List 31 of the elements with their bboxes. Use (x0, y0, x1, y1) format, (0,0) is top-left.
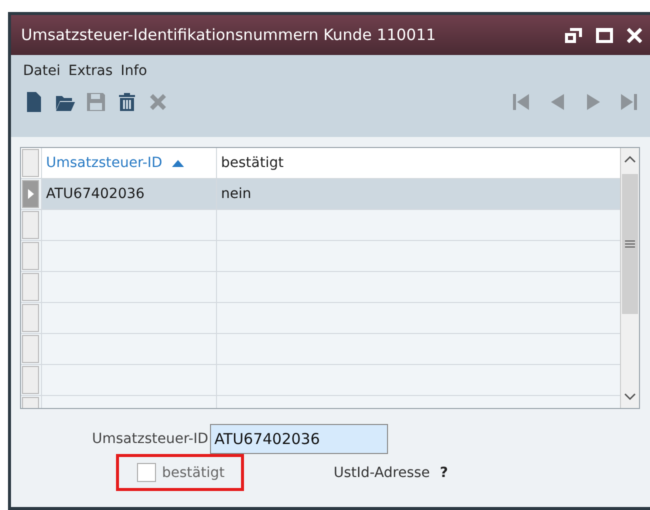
delete-button[interactable] (116, 91, 138, 113)
help-link[interactable]: ? (440, 464, 448, 480)
close-icon[interactable] (627, 28, 642, 42)
row-header[interactable] (22, 366, 39, 394)
maximize-icon[interactable] (596, 28, 613, 42)
first-record-icon (510, 91, 532, 113)
checkbox-label: bestätigt (162, 464, 225, 480)
restore-icon[interactable] (565, 28, 582, 42)
menu-item[interactable]: Info (120, 63, 148, 79)
field-label: Umsatzsteuer-ID (92, 431, 208, 447)
row-header[interactable] (22, 335, 39, 363)
menu-item[interactable]: Datei (23, 63, 60, 79)
sort-ascending-icon (172, 160, 184, 166)
row-header[interactable] (22, 242, 39, 270)
column-header[interactable]: Umsatzsteuer-ID (41, 148, 216, 178)
table-cell: ATU67402036 (41, 179, 216, 209)
current-row-icon (28, 189, 34, 199)
window-title: Umsatzsteuer-Identifikationsnummern Kunde 110011 (21, 26, 437, 44)
row-header[interactable] (22, 304, 39, 332)
row-header[interactable] (22, 180, 39, 208)
scrollbar-thumb[interactable] (622, 174, 638, 314)
grip-icon (625, 240, 635, 248)
id-input-field[interactable]: ATU67402036 (210, 424, 388, 454)
row-header[interactable] (22, 273, 39, 301)
row-header[interactable] (22, 211, 39, 239)
address-label: UstId-Adresse (334, 464, 430, 480)
menu-item[interactable]: Extras (68, 63, 113, 79)
trash-icon (116, 91, 138, 113)
table-cell: nein (216, 179, 620, 209)
checkbox[interactable] (137, 463, 156, 482)
last-record-icon (618, 91, 640, 113)
